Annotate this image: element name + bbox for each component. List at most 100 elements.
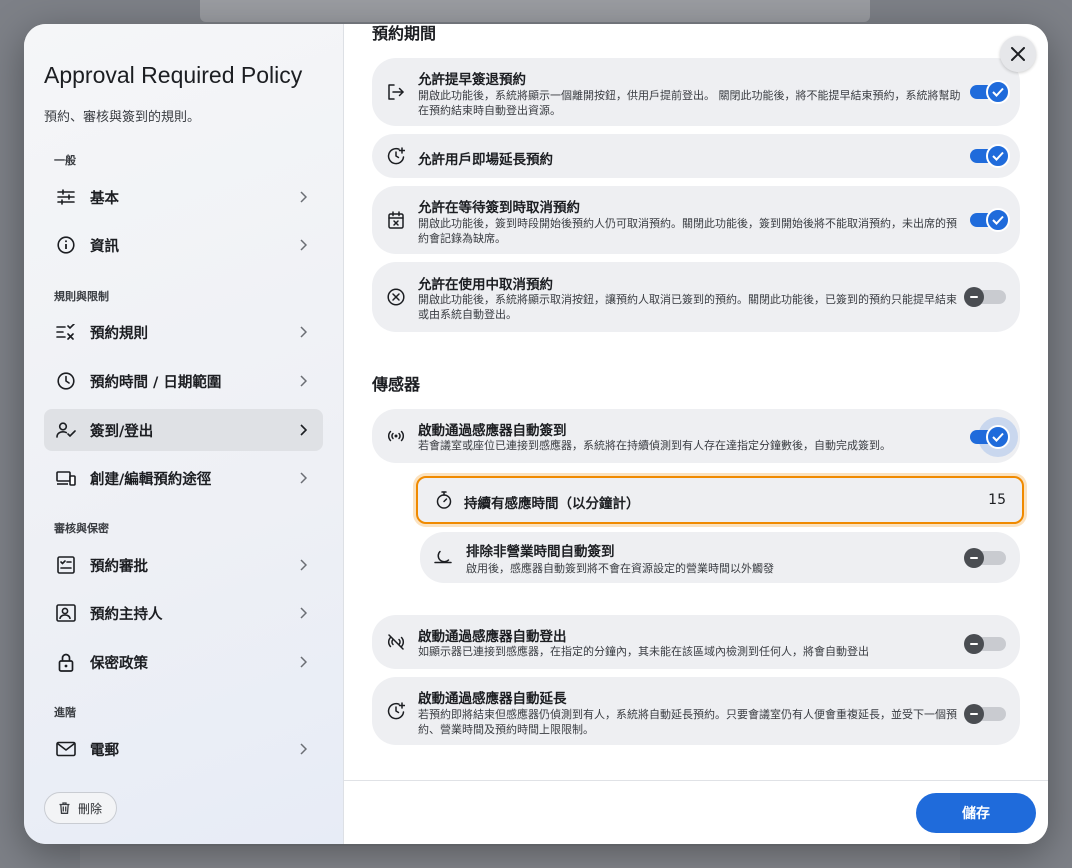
sidebar-item-booking-time[interactable]: 預約時間 / 日期範圍 [44,360,323,402]
approval-icon [56,555,76,575]
toggle-exclude-hours[interactable] [964,548,1006,568]
sidebar: Approval Required Policy 預約、審核與簽到的規則。 一般… [24,24,344,844]
check-icon [986,80,1010,104]
duration-value[interactable]: 15 [988,492,1006,508]
section-heading-period: 預約期間 [372,24,437,43]
sliders-icon [56,187,76,207]
sidebar-item-label: 電郵 [90,742,119,759]
sidebar-item-label: 基本 [90,190,119,207]
toggle-cancel-waiting[interactable] [970,208,1010,232]
sidebar-item-booking-channels[interactable]: 創建/編輯預約途徑 [44,457,323,499]
chevron-right-icon [295,237,311,253]
logout-icon [386,82,406,102]
chevron-right-icon [295,189,311,205]
close-icon [1011,47,1025,61]
extend-time-icon [386,146,406,166]
toggle-early-checkout[interactable] [970,80,1010,104]
duration-label: 持續有感應時間（以分鐘計） [464,496,640,512]
sidebar-item-email[interactable]: 電郵 [44,728,323,770]
toggle-sensor-checkout[interactable] [964,634,1006,654]
setting-title: 啟動通過感應器自動登出 [418,629,567,645]
chevron-right-icon [295,654,311,670]
setting-title: 允許在使用中取消預約 [418,277,553,293]
sidebar-item-label: 資訊 [90,238,119,255]
sidebar-item-checkin-checkout[interactable]: 簽到/登出 [44,409,323,451]
setting-title: 允許在等待簽到時取消預約 [418,200,580,216]
timer-icon [436,491,452,509]
check-icon [986,425,1010,449]
setting-description: 若預約即將結束但感應器仍偵測到有人，系統將自動延長預約。只要會議室仍有人便會重複… [418,708,957,736]
setting-description: 若會議室或座位已連接到感應器，系統將在持續偵測到有人存在達指定分鐘數後，自動完成… [418,439,891,452]
setting-title: 允許提早簽退預約 [418,72,526,88]
setting-exclude-hours: 排除非營業時間自動簽到 啟用後，感應器自動簽到將不會在資源設定的營業時間以外觸發 [420,532,1020,583]
policy-dialog: Approval Required Policy 預約、審核與簽到的規則。 一般… [24,24,1048,844]
sidebar-item-label: 創建/編輯預約途徑 [90,471,212,488]
minus-icon [964,634,984,654]
delete-button[interactable]: 刪除 [44,792,118,824]
chevron-right-icon [295,373,311,389]
toggle-sensor-extend[interactable] [964,704,1006,724]
sidebar-item-label: 保密政策 [90,655,148,672]
trash-icon [59,802,70,814]
chevron-right-icon [295,324,311,340]
sidebar-item-booking-rules[interactable]: 預約規則 [44,311,323,353]
setting-cancel-waiting: 允許在等待簽到時取消預約 開啟此功能後，簽到時段開始後預約人仍可取消預約。關閉此… [372,186,1020,254]
check-icon [986,208,1010,232]
chevron-right-icon [295,557,311,573]
sidebar-item-label: 預約主持人 [90,606,163,623]
setting-title: 啟動通過感應器自動簽到 [418,423,567,439]
toggle-sensor-checkin[interactable] [970,417,1018,457]
sidebar-item-privacy[interactable]: 保密政策 [44,641,323,683]
devices-icon [56,468,76,488]
section-review: 審核與保密 [54,522,109,535]
info-icon [56,235,76,255]
clock-icon [56,371,76,391]
mail-icon [56,739,76,759]
sensor-duration-field[interactable]: 持續有感應時間（以分鐘計） 15 [416,476,1024,524]
setting-title: 允許用戶即場延長預約 [418,152,553,168]
circle-x-icon [386,287,406,307]
delete-label: 刪除 [78,801,103,816]
chevron-right-icon [295,470,311,486]
sidebar-item-label: 簽到/登出 [90,423,154,440]
toggle-extend-booking[interactable] [970,144,1010,168]
calendar-x-icon [386,210,406,230]
rules-icon [56,322,76,342]
close-button[interactable] [1000,36,1036,72]
minus-icon [964,548,984,568]
sidebar-item-host[interactable]: 預約主持人 [44,592,323,634]
sensor-icon [386,426,406,446]
setting-sensor-checkin: 啟動通過感應器自動簽到 若會議室或座位已連接到感應器，系統將在持續偵測到有人存在… [372,409,1020,463]
toggle-cancel-in-use[interactable] [964,287,1006,307]
setting-description: 如顯示器已連接到感應器，在指定的分鐘內，其未能在該區域內檢測到任何人，將會自動登… [418,645,869,658]
extend-time-icon [386,701,406,721]
setting-sensor-extend: 啟動通過感應器自動延長 若預約即將結束但感應器仍偵測到有人，系統將自動延長預約。… [372,677,1020,745]
section-heading-sensor: 傳感器 [372,375,421,394]
setting-sensor-checkout: 啟動通過感應器自動登出 如顯示器已連接到感應器，在指定的分鐘內，其未能在該區域內… [372,615,1020,669]
sidebar-item-label: 預約規則 [90,325,148,342]
minus-icon [964,704,984,724]
sidebar-item-label: 預約時間 / 日期範圍 [90,374,222,391]
chevron-right-icon [295,422,311,438]
sidebar-item-label: 預約審批 [90,558,148,575]
setting-extend-booking: 允許用戶即場延長預約 [372,134,1020,178]
setting-early-checkout: 允許提早簽退預約 開啟此功能後，系統將顯示一個離開按鈕，供用戶提前登出。 關閉此… [372,58,1020,126]
sidebar-item-info[interactable]: 資訊 [44,224,323,266]
minus-icon [964,287,984,307]
dialog-subtitle: 預約、審核與簽到的規則。 [44,110,201,125]
section-general: 一般 [54,154,76,167]
section-rules: 規則與限制 [54,290,109,303]
section-advanced: 進階 [54,706,76,719]
sensor-off-icon [386,632,406,652]
setting-title: 排除非營業時間自動簽到 [466,544,615,560]
dialog-footer: 儲存 [344,780,1048,844]
moon-icon [434,548,452,564]
dialog-title: Approval Required Policy [44,62,303,88]
save-button[interactable]: 儲存 [916,793,1036,833]
setting-description: 開啟此功能後，系統將顯示取消按鈕，讓預約人取消已簽到的預約。關閉此功能後，已簽到… [418,293,957,321]
setting-description: 開啟此功能後，系統將顯示一個離開按鈕，供用戶提前登出。 關閉此功能後，將不能提早… [418,89,961,117]
chevron-right-icon [295,605,311,621]
chevron-right-icon [295,741,311,757]
sidebar-item-basic[interactable]: 基本 [44,176,323,218]
sidebar-item-approval[interactable]: 預約審批 [44,544,323,586]
